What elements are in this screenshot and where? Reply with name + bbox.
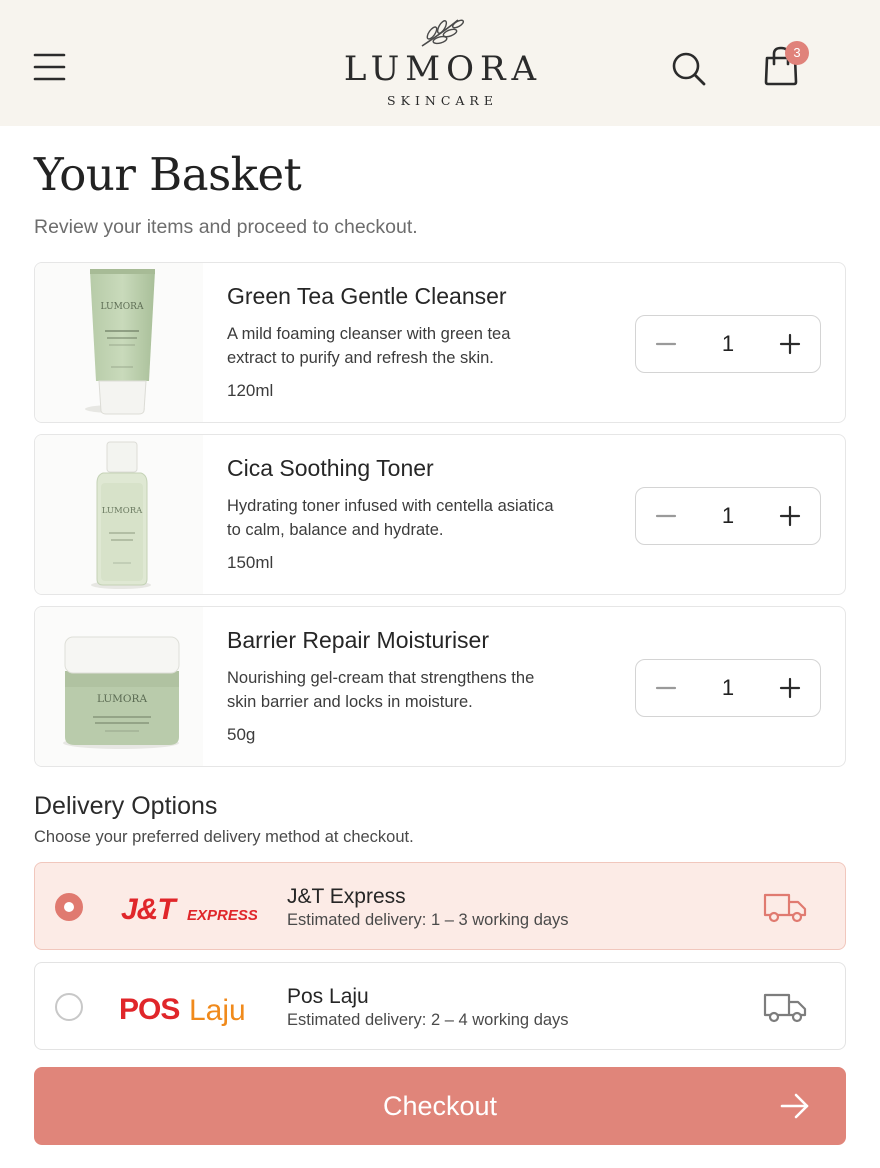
product-name[interactable]: Green Tea Gentle Cleanser (227, 283, 507, 310)
truck-icon (763, 893, 807, 923)
quantity-value: 1 (721, 503, 735, 528)
moisturiser-jar-image: LUMORA (63, 636, 180, 749)
plus-icon (779, 333, 801, 355)
delivery-option-jnt[interactable]: J&T EXPRESS J&T Express Estimated delive… (34, 862, 846, 950)
basket-item: LUMORA Green Tea Gentle Cleanser A mild … (34, 262, 846, 423)
basket-item: LUMORA Barrier Repair Moisturiser Nouris… (34, 606, 846, 767)
plus-icon (779, 677, 801, 699)
quantity-value: 1 (721, 331, 735, 356)
brand-tagline: SKINCARE (387, 93, 498, 108)
quantity-stepper: 1 (635, 487, 821, 545)
svg-text:Laju: Laju (189, 994, 246, 1027)
delivery-option-name: J&T Express (287, 885, 406, 908)
truck-icon (763, 993, 807, 1023)
product-size: 150ml (227, 553, 274, 572)
quantity-value: 1 (721, 675, 735, 700)
product-size: 120ml (227, 381, 274, 400)
product-name[interactable]: Cica Soothing Toner (227, 455, 434, 482)
increase-quantity-button[interactable] (768, 496, 812, 536)
leaf-icon (421, 19, 465, 47)
delivery-section-title: Delivery Options (34, 792, 218, 820)
minus-icon (655, 686, 677, 690)
cleanser-tube-image: LUMORA (85, 269, 155, 415)
plus-icon (779, 505, 801, 527)
delivery-option-poslaju[interactable]: POS Laju Pos Laju Estimated delivery: 2 … (34, 962, 846, 1050)
decrease-quantity-button[interactable] (644, 668, 688, 708)
increase-quantity-button[interactable] (768, 324, 812, 364)
product-description: A mild foaming cleanser with green tea e… (227, 325, 511, 367)
delivery-radio[interactable] (55, 993, 83, 1021)
arrow-right-icon (780, 1093, 809, 1119)
delivery-option-name: Pos Laju (287, 985, 369, 1008)
product-image[interactable]: LUMORA (35, 263, 203, 422)
decrease-quantity-button[interactable] (644, 496, 688, 536)
brand-logo[interactable]: LUMORA SKINCARE (0, 16, 880, 108)
product-name[interactable]: Barrier Repair Moisturiser (227, 627, 489, 654)
delivery-option-eta: Estimated delivery: 1 – 3 working days (287, 911, 569, 929)
product-image[interactable]: LUMORA (35, 607, 203, 766)
quantity-stepper: 1 (635, 315, 821, 373)
delivery-section-subtitle: Choose your preferred delivery method at… (34, 828, 414, 846)
product-description: Nourishing gel-cream that strengthens th… (227, 669, 535, 711)
basket-item: LUMORA Cica Soothing Toner Hydrating ton… (34, 434, 846, 595)
checkout-label: Checkout (382, 1091, 498, 1121)
toner-bottle-image: LUMORA (91, 441, 151, 589)
svg-text:EXPRESS: EXPRESS (187, 907, 257, 924)
product-size: 50g (227, 725, 256, 744)
minus-icon (655, 514, 677, 518)
cart-count-badge: 3 (785, 41, 809, 65)
svg-text:LUMORA: LUMORA (101, 302, 144, 312)
product-image[interactable]: LUMORA (35, 435, 203, 594)
delivery-radio[interactable] (55, 893, 83, 921)
jnt-express-logo: J&T EXPRESS (121, 893, 257, 926)
svg-text:J&T: J&T (121, 893, 178, 926)
decrease-quantity-button[interactable] (644, 324, 688, 364)
product-description: Hydrating toner infused with centella as… (227, 497, 554, 539)
checkout-button[interactable]: Checkout (34, 1067, 846, 1145)
quantity-stepper: 1 (635, 659, 821, 717)
minus-icon (655, 342, 677, 346)
delivery-option-eta: Estimated delivery: 2 – 4 working days (287, 1011, 569, 1029)
svg-text:LUMORA: LUMORA (97, 693, 148, 705)
page-title: Your Basket (34, 148, 302, 201)
search-button[interactable] (664, 44, 714, 94)
svg-text:LUMORA: LUMORA (102, 506, 143, 516)
pos-laju-logo: POS Laju (119, 993, 246, 1027)
svg-text:POS: POS (119, 993, 179, 1026)
site-header: LUMORA SKINCARE 3 (0, 0, 880, 126)
search-icon (672, 52, 706, 86)
page-subtitle: Review your items and proceed to checkou… (34, 216, 418, 238)
brand-name: LUMORA (343, 49, 543, 89)
increase-quantity-button[interactable] (768, 668, 812, 708)
